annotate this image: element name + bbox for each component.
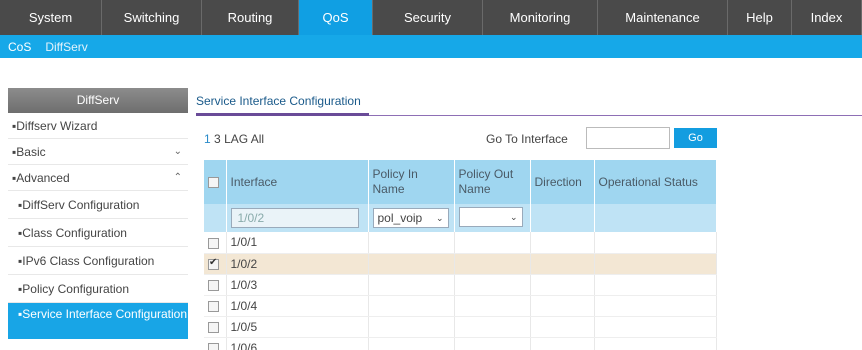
- table-row[interactable]: 1/0/2: [204, 253, 717, 275]
- policy-in-value: pol_voip: [377, 211, 423, 225]
- sidebar-header: DiffServ: [8, 88, 188, 113]
- sidebar-item-diffserv-wizard[interactable]: ▪Diffserv Wizard: [8, 113, 188, 139]
- sidebar-item-label: Service Interface Configuration: [22, 307, 188, 321]
- interface-cell: 1/0/1: [226, 232, 369, 254]
- interface-cell: 1/0/4: [226, 295, 369, 317]
- header-interface: Interface: [226, 160, 369, 204]
- sidebar-item-class-configuration[interactable]: ▪Class Configuration: [8, 219, 188, 247]
- sidebar-item-label: Class Configuration: [22, 226, 127, 240]
- sidebar-item-diffserv-configuration[interactable]: ▪DiffServ Configuration: [8, 191, 188, 219]
- select-all-header[interactable]: [204, 160, 227, 204]
- interface-cell: 1/0/3: [226, 274, 369, 296]
- sidebar-item-label: Policy Configuration: [22, 282, 129, 296]
- sidebar: DiffServ ▪Diffserv Wizard ▪Basic ⌄ ▪Advan…: [8, 88, 188, 350]
- go-to-interface-label: Go To Interface: [486, 132, 568, 146]
- go-button[interactable]: Go: [674, 128, 717, 148]
- tab-routing[interactable]: Routing: [202, 0, 299, 35]
- table-row[interactable]: 1/0/3: [204, 274, 717, 296]
- table-row[interactable]: 1/0/4: [204, 295, 717, 317]
- table-row[interactable]: 1/0/1: [204, 232, 717, 254]
- table-row[interactable]: 1/0/5: [204, 316, 717, 338]
- header-operational-status: Operational Status: [594, 160, 717, 204]
- link-unit-1[interactable]: 1: [204, 132, 211, 146]
- row-checkbox[interactable]: [208, 257, 219, 270]
- sidebar-item-label: Advanced: [16, 171, 70, 185]
- header-policy-in-name: Policy In Name: [368, 160, 455, 204]
- interface-filter-links: 1 3 LAG All: [204, 132, 264, 146]
- tab-security[interactable]: Security: [373, 0, 483, 35]
- sidebar-item-label: Basic: [16, 145, 46, 159]
- select-all-checkbox[interactable]: [208, 176, 219, 188]
- go-to-interface-input[interactable]: [586, 127, 670, 149]
- policy-in-select[interactable]: pol_voip ⌄: [372, 208, 449, 228]
- tab-monitoring[interactable]: Monitoring: [483, 0, 598, 35]
- sidebar-item-ipv6-class-configuration[interactable]: ▪IPv6 Class Configuration: [8, 247, 188, 275]
- sidebar-item-label: DiffServ Configuration: [22, 198, 140, 212]
- chevron-up-icon: ⌃: [173, 172, 182, 183]
- sub-navigation: CoS DiffServ: [0, 35, 862, 58]
- tab-switching[interactable]: Switching: [102, 0, 202, 35]
- tab-help[interactable]: Help: [728, 0, 792, 35]
- chevron-down-icon: ⌄: [509, 211, 518, 222]
- link-lag[interactable]: LAG: [224, 132, 248, 146]
- title-underline: [196, 113, 369, 116]
- policy-out-select[interactable]: ⌄: [458, 206, 523, 227]
- chevron-down-icon: ⌄: [435, 213, 444, 223]
- link-all[interactable]: All: [251, 132, 264, 146]
- subnav-diffserv[interactable]: DiffServ: [45, 40, 87, 54]
- interface-cell: 1/0/5: [226, 316, 369, 338]
- row-checkbox[interactable]: [208, 237, 219, 249]
- interface-field[interactable]: 1/0/2: [230, 208, 359, 228]
- row-checkbox[interactable]: [208, 342, 219, 350]
- tab-maintenance[interactable]: Maintenance: [598, 0, 728, 35]
- top-navigation: System Switching Routing QoS Security Mo…: [0, 0, 862, 35]
- edit-row: 1/0/2 pol_voip ⌄ ⌄: [204, 204, 717, 232]
- table-row[interactable]: 1/0/6: [204, 337, 717, 350]
- chevron-down-icon: ⌄: [173, 146, 182, 157]
- sidebar-item-basic[interactable]: ▪Basic ⌄: [8, 139, 188, 165]
- row-checkbox[interactable]: [208, 321, 219, 333]
- tab-qos[interactable]: QoS: [299, 0, 373, 35]
- row-checkbox[interactable]: [208, 279, 219, 291]
- interface-cell: 1/0/2: [226, 253, 369, 275]
- tab-index[interactable]: Index: [792, 0, 862, 35]
- tab-system[interactable]: System: [0, 0, 102, 35]
- table-header-row: Interface Policy In Name Policy Out Name…: [204, 160, 717, 204]
- header-policy-out-name: Policy Out Name: [454, 160, 531, 204]
- sidebar-item-label: Diffserv Wizard: [16, 119, 98, 133]
- sidebar-item-policy-configuration[interactable]: ▪Policy Configuration: [8, 275, 188, 303]
- sidebar-item-service-interface-configuration[interactable]: ▪Service Interface Configuration: [8, 303, 188, 339]
- page-title: Service Interface Configuration: [196, 94, 361, 108]
- subnav-cos[interactable]: CoS: [8, 40, 31, 54]
- link-unit-3[interactable]: 3: [214, 132, 221, 146]
- row-checkbox[interactable]: [208, 300, 219, 312]
- sidebar-item-advanced[interactable]: ▪Advanced ⌃: [8, 165, 188, 191]
- header-direction: Direction: [530, 160, 595, 204]
- service-interface-table: Interface Policy In Name Policy Out Name…: [204, 160, 717, 350]
- sidebar-item-label: IPv6 Class Configuration: [22, 254, 155, 268]
- interface-cell: 1/0/6: [226, 337, 369, 350]
